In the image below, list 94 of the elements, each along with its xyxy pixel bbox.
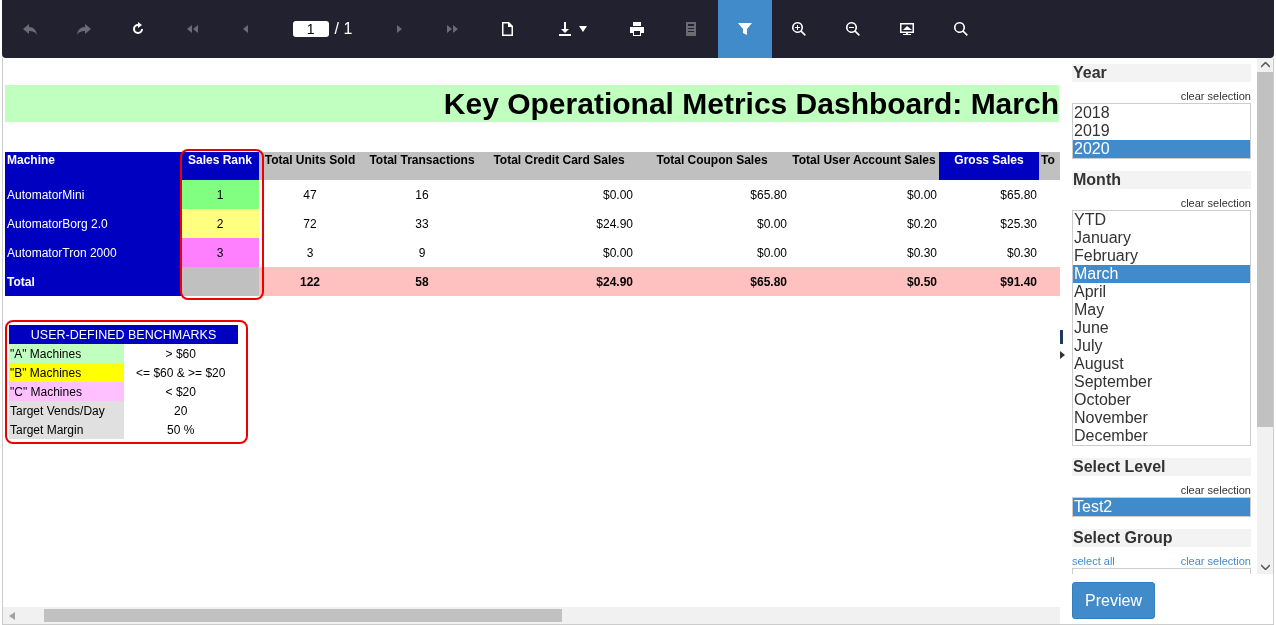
- clear-selection-link[interactable]: clear selection: [1180, 90, 1251, 102]
- table-cell: $65.80: [635, 180, 789, 209]
- table-cell: $0.00: [483, 180, 635, 209]
- total-cell: 58: [361, 267, 483, 296]
- benchmark-value: > $60: [123, 344, 238, 363]
- scroll-down-icon[interactable]: [1260, 564, 1270, 570]
- column-header: Total Transactions: [361, 152, 483, 180]
- column-header: Total User Account Sales: [789, 152, 939, 180]
- scroll-left-icon[interactable]: [8, 611, 15, 620]
- preview-button[interactable]: Preview: [1072, 582, 1155, 619]
- total-label: Total: [5, 267, 181, 296]
- benchmark-value: 20: [123, 401, 238, 420]
- table-cell-text: $24.90: [595, 215, 634, 233]
- section-heading: Month: [1072, 171, 1251, 189]
- list-option[interactable]: YTD: [1073, 211, 1250, 229]
- column-header: To: [1039, 152, 1060, 180]
- list-option[interactable]: 2020: [1073, 140, 1250, 158]
- total-cell: $91.40: [939, 267, 1039, 296]
- vertical-scrollbar[interactable]: [1257, 58, 1273, 574]
- list-option[interactable]: May: [1073, 301, 1250, 319]
- list-option[interactable]: February: [1073, 247, 1250, 265]
- scrollbar-thumb[interactable]: [44, 609, 562, 622]
- rank-cell: 1: [181, 180, 259, 209]
- machine-name-cell: AutomatorBorg 2.0: [5, 209, 181, 238]
- list-option[interactable]: October: [1073, 391, 1250, 409]
- table-cell: 16: [361, 180, 483, 209]
- table-cell: 9: [361, 238, 483, 267]
- report-title: Key Operational Metrics Dashboard: March: [5, 85, 1059, 122]
- clear-selection-link[interactable]: clear selection: [1180, 555, 1251, 567]
- table-cell: 72: [259, 209, 361, 238]
- benchmark-label: Target Vends/Day: [9, 401, 124, 420]
- list-option[interactable]: June: [1073, 319, 1250, 337]
- column-header: Total Coupon Sales: [635, 152, 789, 180]
- benchmark-label: "C" Machines: [9, 382, 124, 401]
- triangle-right-icon[interactable]: [1060, 351, 1065, 359]
- total-cell: 122: [259, 267, 361, 296]
- list-option[interactable]: 2018: [1073, 104, 1250, 122]
- column-header: Machine: [5, 152, 181, 180]
- table-cell-text: $25.30: [999, 215, 1038, 233]
- benchmark-label: "A" Machines: [9, 344, 124, 363]
- table-cell: 47: [259, 180, 361, 209]
- benchmarks-title: USER-DEFINED BENCHMARKS: [9, 325, 238, 344]
- table-cell: 3: [259, 238, 361, 267]
- scrollbar-thumb[interactable]: [1257, 72, 1273, 427]
- section-heading: Select Level: [1072, 458, 1251, 476]
- table-cell: $0.30: [789, 238, 939, 267]
- list-option[interactable]: 2019: [1073, 122, 1250, 140]
- column-header: Gross Sales: [939, 152, 1039, 180]
- list-box[interactable]: 2018 2019 2020: [1072, 103, 1251, 159]
- benchmark-value: <= $60 & >= $20: [123, 363, 238, 382]
- benchmark-label: Target Margin: [9, 420, 124, 439]
- table-cell-text: 33: [414, 215, 430, 233]
- scroll-up-icon[interactable]: [1260, 62, 1270, 68]
- table-cell: $0.00: [789, 180, 939, 209]
- list-option[interactable]: September: [1073, 373, 1250, 391]
- clear-selection-link[interactable]: clear selection: [1180, 484, 1251, 496]
- rank-cell: 3: [181, 238, 259, 267]
- page-count: / 1: [334, 20, 353, 38]
- clear-selection-link[interactable]: clear selection: [1180, 197, 1251, 209]
- list-option[interactable]: March: [1073, 265, 1250, 283]
- list-option[interactable]: August: [1073, 355, 1250, 373]
- total-cell: $0.50: [789, 267, 939, 296]
- machine-name-cell: AutomatorMini: [5, 180, 181, 209]
- machine-name-cell: AutomatorTron 2000: [5, 238, 181, 267]
- rank-cell: 2: [181, 209, 259, 238]
- caret-icon: [579, 26, 587, 32]
- list-option[interactable]: Test2: [1073, 498, 1250, 516]
- list-option[interactable]: July: [1073, 337, 1250, 355]
- list-option[interactable]: January: [1073, 229, 1250, 247]
- benchmark-value: 50 %: [123, 420, 238, 439]
- table-cell: $65.80: [939, 180, 1039, 209]
- column-header: Total Units Sold: [259, 152, 361, 180]
- page-number-field[interactable]: 1: [292, 21, 329, 37]
- filter-button[interactable]: [718, 0, 772, 58]
- total-cell: $24.90: [483, 267, 635, 296]
- table-cell: $0.00: [635, 238, 789, 267]
- section-heading: Year: [1072, 64, 1251, 82]
- list-option[interactable]: December: [1073, 427, 1250, 445]
- benchmark-value: < $20: [123, 382, 238, 401]
- select-all-link[interactable]: select all: [1072, 555, 1115, 567]
- total-cell: $65.80: [635, 267, 789, 296]
- list-option[interactable]: April: [1073, 283, 1250, 301]
- table-cell: $0.00: [483, 238, 635, 267]
- list-box[interactable]: YTD January February March April May June July August September October November December: [1072, 210, 1251, 446]
- column-header: Sales Rank: [181, 152, 259, 180]
- list-option[interactable]: November: [1073, 409, 1250, 427]
- horizontal-scrollbar[interactable]: [3, 607, 1060, 624]
- table-cell-text: $0.20: [905, 215, 938, 233]
- section-heading: Select Group: [1072, 529, 1251, 547]
- benchmark-label: "B" Machines: [9, 363, 124, 382]
- splitter-handle-icon[interactable]: [1060, 330, 1063, 344]
- table-cell-text: $0.00: [755, 215, 788, 233]
- column-header: Total Credit Card Sales: [483, 152, 635, 180]
- table-cell: $0.30: [939, 238, 1039, 267]
